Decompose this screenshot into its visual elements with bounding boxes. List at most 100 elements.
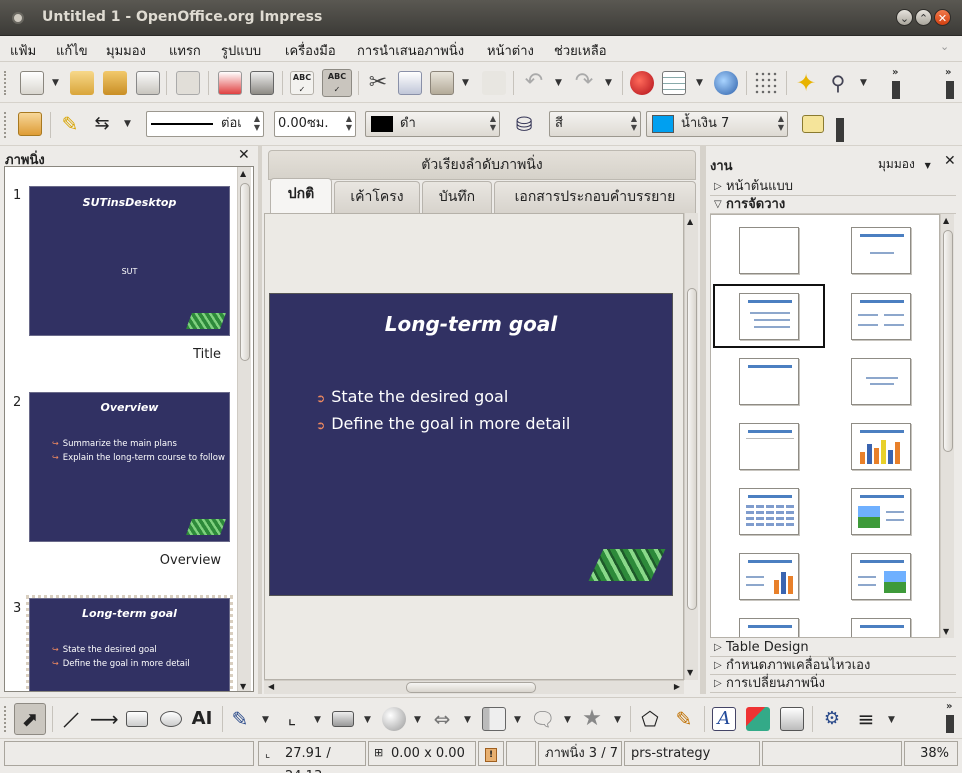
editor-vertical-scrollbar[interactable]: ▲ ▼ bbox=[684, 213, 698, 680]
menu-insert[interactable]: แทรก bbox=[169, 40, 201, 61]
line-width-field[interactable]: 0.00ซม. ▲ ▼ bbox=[274, 111, 356, 137]
flowchart-dropdown-icon[interactable]: ▼ bbox=[514, 715, 521, 725]
editor-horizontal-scrollbar[interactable]: ◀ ▶ bbox=[264, 680, 684, 694]
slides-list[interactable]: 1 SUTinsDesktop SUT Title 2 Overview Sum… bbox=[4, 166, 254, 692]
menu-window[interactable]: หน้าต่าง bbox=[487, 40, 534, 61]
tab-handout[interactable]: เอกสารประกอบคำบรรยาย bbox=[494, 181, 696, 213]
close-slides-pane-icon[interactable]: ✕ bbox=[238, 147, 250, 163]
menu-slideshow[interactable]: การนำเสนอภาพนิ่ง bbox=[357, 40, 464, 61]
scroll-left-icon[interactable]: ◀ bbox=[268, 682, 274, 691]
document-modified-indicator[interactable]: ! bbox=[478, 741, 504, 766]
stars-icon[interactable]: ★ bbox=[580, 707, 604, 731]
insert-image-icon[interactable] bbox=[746, 707, 770, 731]
line-color-select[interactable]: ดำ ▲ ▼ bbox=[365, 111, 500, 137]
cut-icon[interactable]: ✂ bbox=[366, 71, 390, 95]
toolbar-expander-4[interactable] bbox=[946, 715, 954, 733]
spinner-arrows-icon[interactable]: ▲ ▼ bbox=[778, 114, 784, 132]
select-arrow-icon[interactable]: ⬈ bbox=[14, 703, 46, 735]
scroll-up-icon[interactable]: ▲ bbox=[943, 216, 949, 225]
paste-dropdown-icon[interactable]: ▼ bbox=[462, 78, 469, 88]
new-document-icon[interactable] bbox=[20, 71, 44, 95]
alignment-icon[interactable]: ≡ bbox=[854, 707, 878, 731]
tasks-view-menu[interactable]: มุมมอง ▼ bbox=[878, 155, 931, 174]
section-layouts[interactable]: ▽ การจัดวาง bbox=[710, 196, 956, 214]
navigator-star-icon[interactable]: ✦ bbox=[794, 71, 818, 95]
section-table-design[interactable]: ▷ Table Design bbox=[710, 639, 956, 657]
toolbar-overflow-icon-3[interactable]: » bbox=[946, 701, 952, 712]
save-icon[interactable] bbox=[103, 71, 127, 95]
layout-more-1[interactable] bbox=[739, 618, 799, 637]
email-icon[interactable] bbox=[136, 71, 160, 95]
print-icon[interactable] bbox=[250, 71, 274, 95]
insert-frame-icon[interactable] bbox=[780, 707, 804, 731]
block-arrows-dropdown-icon[interactable]: ▼ bbox=[464, 715, 471, 725]
redo-dropdown-icon[interactable]: ▼ bbox=[605, 78, 612, 88]
arrow-style-icon[interactable]: ⇆ bbox=[90, 112, 114, 136]
points-icon[interactable]: ⬠ bbox=[638, 707, 662, 731]
layout-centered-text[interactable] bbox=[851, 358, 911, 405]
layout-title-image-text[interactable] bbox=[851, 488, 911, 535]
slides-scrollbar[interactable]: ▲ ▼ bbox=[237, 167, 251, 691]
toolbar-grip-3[interactable] bbox=[4, 706, 14, 732]
layout-title-table[interactable] bbox=[739, 488, 799, 535]
layout-more-2[interactable] bbox=[851, 618, 911, 637]
menu-help[interactable]: ช่วยเหลือ bbox=[554, 40, 607, 61]
layouts-scroll-thumb[interactable] bbox=[943, 230, 953, 452]
callouts-dropdown-icon[interactable]: ▼ bbox=[564, 715, 571, 725]
spinner-arrows-icon[interactable]: ▲ ▼ bbox=[490, 114, 496, 132]
table-icon[interactable] bbox=[662, 71, 686, 95]
chart-icon[interactable] bbox=[630, 71, 654, 95]
toolbar-overflow-icon[interactable]: » bbox=[892, 67, 898, 78]
menu-view[interactable]: มุมมอง bbox=[106, 40, 146, 61]
toolbar-expander-2[interactable] bbox=[946, 81, 954, 99]
spinner-arrows-icon[interactable]: ▲ ▼ bbox=[631, 114, 637, 132]
layout-title-chart[interactable] bbox=[851, 423, 911, 470]
arrow-line-tool-icon[interactable]: ⟶ bbox=[90, 707, 119, 731]
slides-scroll-thumb[interactable] bbox=[240, 183, 250, 361]
extrusion-icon[interactable]: ⚙ bbox=[820, 707, 844, 731]
new-dropdown-icon[interactable]: ▼ bbox=[52, 78, 59, 88]
alignment-dropdown-icon[interactable]: ▼ bbox=[888, 715, 895, 725]
scroll-down-icon[interactable]: ▼ bbox=[240, 682, 246, 691]
spinner-arrows-icon[interactable]: ▲ ▼ bbox=[346, 114, 352, 132]
slide-thumbnail-2[interactable]: Overview Summarize the main plans Explai… bbox=[29, 392, 230, 542]
section-master-pages[interactable]: ▷ หน้าต้นแบบ bbox=[710, 178, 956, 196]
menu-edit[interactable]: แก้ไข bbox=[56, 40, 88, 61]
text-tool-icon[interactable]: AI bbox=[190, 707, 214, 731]
connector-tool-icon[interactable]: ⌞ bbox=[280, 707, 304, 731]
scroll-down-icon[interactable]: ▼ bbox=[943, 627, 949, 636]
spellcheck-icon[interactable]: ABC ✓ bbox=[290, 71, 314, 95]
auto-spellcheck-icon[interactable]: ABC ✓ bbox=[322, 69, 352, 97]
window-menu-icon[interactable] bbox=[12, 12, 24, 24]
menu-format[interactable]: รูปแบบ bbox=[221, 40, 261, 61]
edit-file-icon[interactable] bbox=[176, 71, 200, 95]
slide-bullet-2[interactable]: ➲ Define the goal in more detail bbox=[316, 414, 570, 433]
hyperlink-icon[interactable] bbox=[714, 71, 738, 95]
shadow-icon[interactable] bbox=[802, 115, 824, 133]
minimize-button[interactable]: ⌄ bbox=[896, 9, 913, 26]
open-folder-icon[interactable] bbox=[70, 71, 94, 95]
rectangle-tool-icon[interactable] bbox=[126, 711, 148, 727]
copy-icon[interactable] bbox=[398, 71, 422, 95]
styles-formatting-icon[interactable] bbox=[18, 112, 42, 136]
tab-outline[interactable]: เค้าโครง bbox=[334, 181, 420, 213]
slide-canvas[interactable]: Long-term goal ➲ State the desired goal ➲… bbox=[264, 213, 684, 680]
curve-tool-icon[interactable]: ✎ bbox=[228, 707, 252, 731]
table-dropdown-icon[interactable]: ▼ bbox=[696, 78, 703, 88]
status-signature[interactable] bbox=[506, 741, 536, 766]
layout-text-chart[interactable] bbox=[739, 553, 799, 600]
basic-shapes-dropdown-icon[interactable]: ▼ bbox=[364, 715, 371, 725]
slide-thumbnail-1[interactable]: SUTinsDesktop SUT bbox=[29, 186, 230, 336]
slide-sorter-tab[interactable]: ตัวเรียงลำดับภาพนิ่ง bbox=[268, 150, 696, 180]
flowchart-icon[interactable] bbox=[482, 707, 506, 731]
toolbar-grip[interactable] bbox=[4, 71, 14, 95]
status-zoom[interactable]: 38% bbox=[904, 741, 958, 766]
ellipse-tool-icon[interactable] bbox=[160, 711, 182, 727]
area-style-select[interactable]: สี ▲ ▼ bbox=[549, 111, 641, 137]
line-icon[interactable]: ✎ bbox=[58, 112, 82, 136]
section-custom-animation[interactable]: ▷ กำหนดภาพเคลื่อนไหวเอง bbox=[710, 657, 956, 675]
glue-points-icon[interactable]: ✎ bbox=[672, 707, 696, 731]
grid-icon[interactable] bbox=[754, 71, 778, 95]
symbol-shapes-icon[interactable] bbox=[382, 707, 406, 731]
scroll-right-icon[interactable]: ▶ bbox=[674, 682, 680, 691]
